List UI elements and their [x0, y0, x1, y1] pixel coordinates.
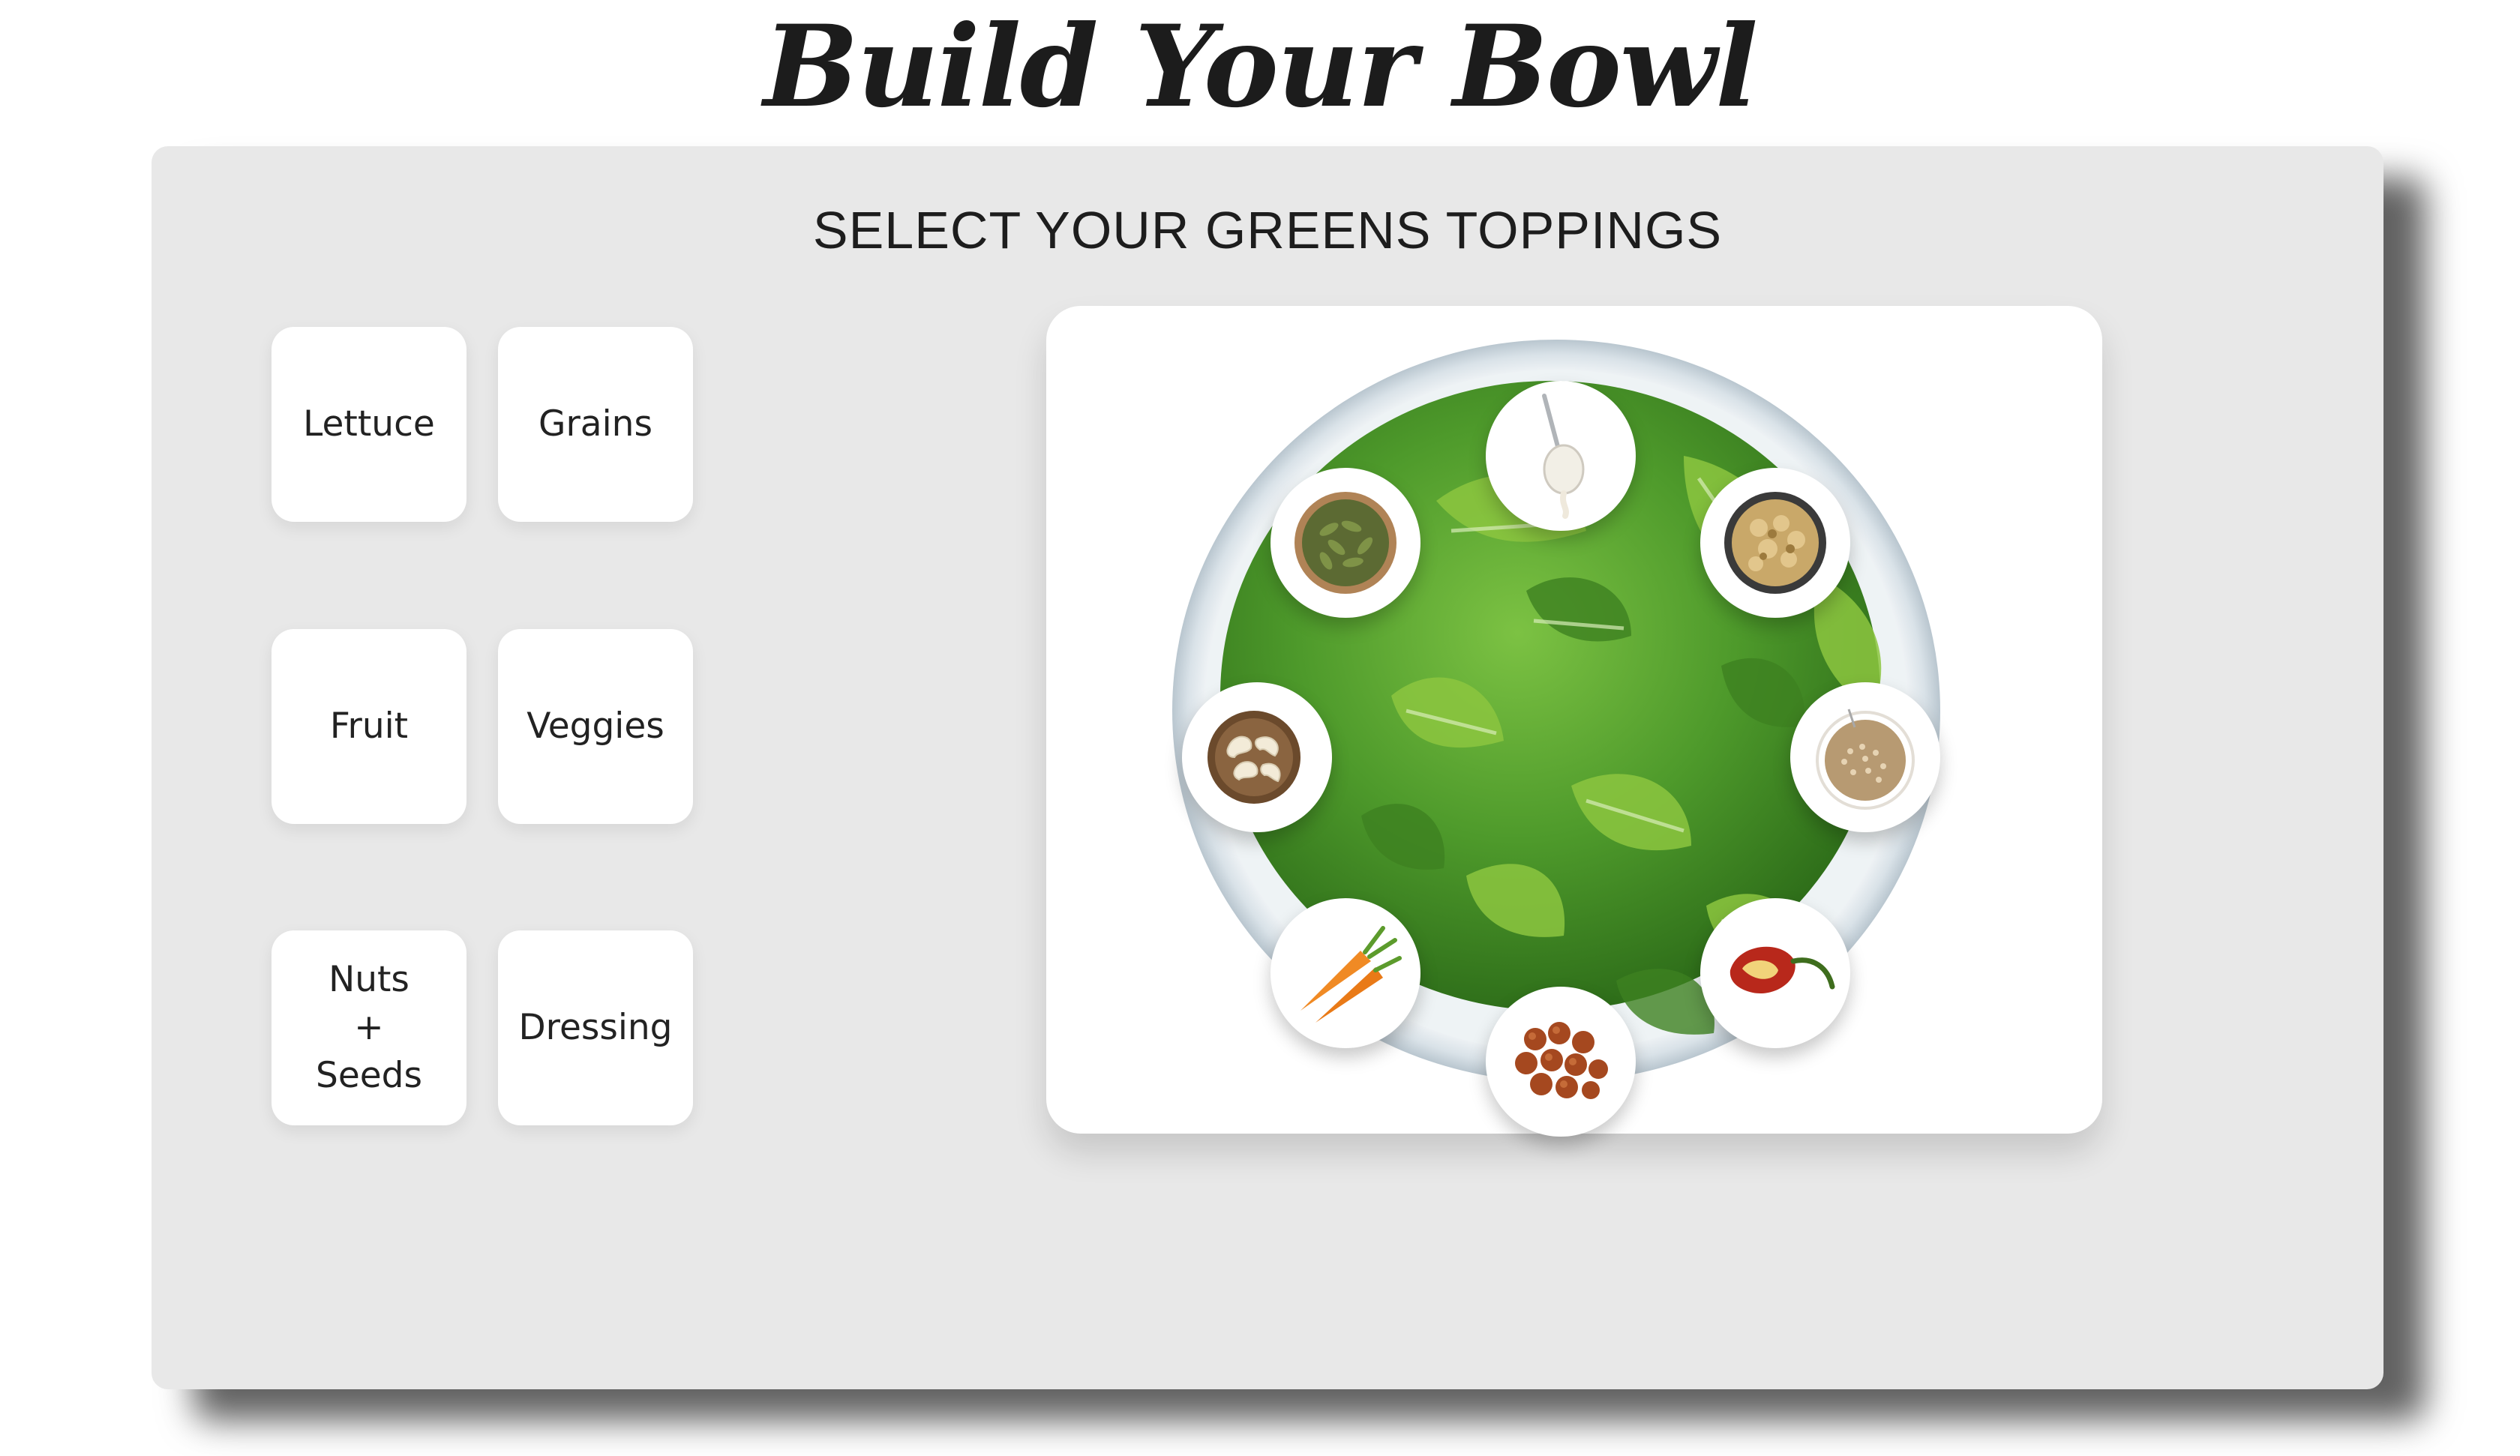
category-fruit-button[interactable]: Fruit [272, 629, 466, 824]
category-label-line: Seeds [316, 1055, 422, 1096]
chopped-walnuts-icon[interactable] [1700, 468, 1850, 618]
category-dressing-button[interactable]: Dressing [498, 930, 693, 1125]
quinoa-grains-icon[interactable] [1790, 682, 1940, 832]
red-chili-pepper-icon[interactable] [1700, 898, 1850, 1048]
category-label: Fruit [329, 706, 409, 747]
category-grains-button[interactable]: Grains [498, 327, 693, 522]
category-label: Grains [538, 403, 652, 445]
carrots-icon[interactable] [1270, 898, 1420, 1048]
category-label-line: Nuts [328, 959, 410, 1000]
category-nuts-seeds-button[interactable]: Nuts + Seeds [272, 930, 466, 1125]
bowl-builder-panel: SELECT YOUR GREENS TOPPINGS Lettuce Grai… [152, 146, 2384, 1389]
section-heading: SELECT YOUR GREENS TOPPINGS [812, 201, 1723, 259]
pumpkin-seeds-icon[interactable] [1270, 468, 1420, 618]
roasted-chickpeas-icon[interactable] [1486, 987, 1636, 1137]
category-label: Lettuce [303, 403, 435, 445]
category-label: Dressing [518, 1007, 673, 1048]
bowl-preview-card [1046, 306, 2102, 1137]
category-veggies-button[interactable]: Veggies [498, 629, 693, 824]
cashews-icon[interactable] [1182, 682, 1332, 832]
category-label-line: + [354, 1007, 384, 1048]
category-lettuce-button[interactable]: Lettuce [272, 327, 466, 522]
dressing-spoon-icon[interactable] [1486, 381, 1636, 531]
page-title: Build Your Bowl [763, 1, 1758, 133]
category-label: Veggies [526, 706, 664, 747]
